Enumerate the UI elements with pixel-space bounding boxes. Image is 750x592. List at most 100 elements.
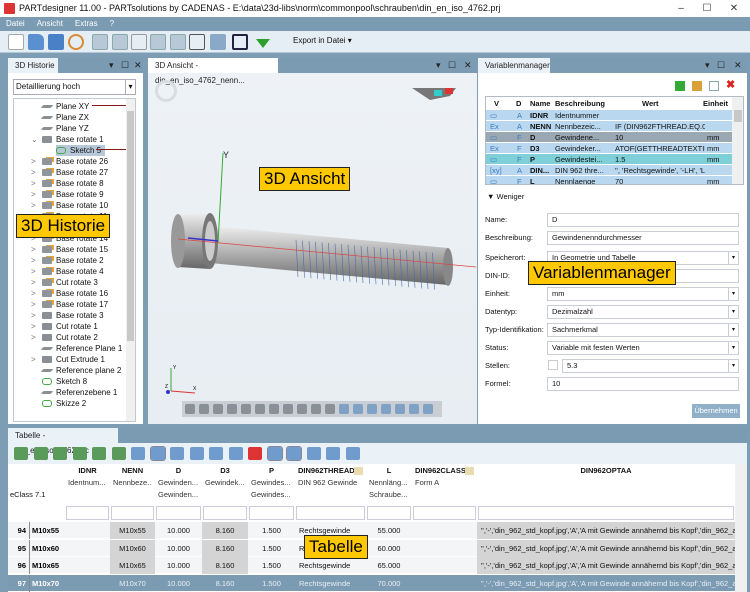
sketch-view-icon[interactable] — [131, 34, 147, 50]
column-filter-input[interactable] — [66, 506, 109, 520]
paste-icon[interactable] — [209, 447, 223, 460]
table-cell[interactable] — [412, 575, 477, 592]
panel-close-icon[interactable]: ✕ — [464, 58, 472, 73]
bolt-model[interactable]: Y — [148, 73, 477, 403]
move-down-icon[interactable] — [92, 447, 106, 460]
expand-chevron-icon[interactable]: > — [31, 167, 36, 178]
paste-special-icon[interactable] — [228, 447, 243, 460]
variable-row[interactable]: ▭ F P Gewindestei... 1.5 mm — [486, 154, 732, 165]
table-cell[interactable]: '','-','din_962_std_kopf.jpg','A','A mit… — [477, 557, 735, 574]
grid-icon[interactable] — [325, 404, 335, 414]
expand-chevron-icon[interactable]: > — [31, 321, 36, 332]
add-row-icon[interactable] — [14, 447, 28, 460]
column-header[interactable]: D3 — [205, 466, 245, 475]
export-button[interactable]: Export in Datei ▾ — [293, 36, 352, 45]
expand-chevron-icon[interactable]: > — [31, 255, 36, 266]
delete-row-icon[interactable] — [33, 447, 48, 460]
tree-item[interactable]: > Base rotate 9 — [31, 189, 104, 200]
table-cell[interactable]: Rechtsgewinde — [295, 557, 366, 574]
variable-row[interactable]: Ex A NENN Nennbezeic... IF (DIN962FTHREAD.EQ… — [486, 121, 732, 132]
menu-datei[interactable]: Datei — [6, 19, 25, 28]
panel-close-icon[interactable]: ✕ — [134, 58, 142, 73]
formula-row-icon[interactable] — [111, 447, 126, 460]
tree-item[interactable]: > Base rotate 3 — [31, 310, 104, 321]
table-cell[interactable]: 1.500 — [248, 575, 295, 592]
expand-chevron-icon[interactable]: > — [31, 288, 36, 299]
variable-row[interactable]: Ex F D3 Gewindeker... ATOF(GETTHREADTEXTID,'… — [486, 143, 732, 154]
save-table-icon[interactable] — [326, 447, 340, 460]
expand-chevron-icon[interactable]: > — [31, 178, 36, 189]
wireframe-icon[interactable] — [185, 404, 195, 414]
column-header[interactable]: L — [369, 466, 409, 475]
table-scrollbar[interactable] — [735, 464, 747, 592]
name-input[interactable]: D — [547, 213, 739, 227]
insert-row-icon[interactable] — [53, 447, 67, 460]
variables-icon[interactable] — [189, 34, 205, 50]
menu-help[interactable]: ? — [110, 19, 114, 28]
tree-item[interactable]: Sketch 8 — [42, 376, 87, 387]
variable-row[interactable]: ▭ F L Nennlaenge 70 mm — [486, 176, 732, 184]
solid-icon[interactable] — [199, 404, 209, 414]
table-cell[interactable]: 1.500 — [248, 522, 295, 539]
menu-extras[interactable]: Extras — [75, 19, 98, 28]
measure-icon[interactable] — [297, 404, 307, 414]
table-cell[interactable]: 8.160 — [202, 539, 248, 557]
var-toggle-icon[interactable] — [266, 446, 283, 461]
table-cell[interactable] — [65, 540, 110, 557]
table-cell[interactable]: '','-','din_962_std_kopf.jpg','A','A mit… — [477, 522, 735, 539]
tree-item[interactable]: > Base rotate 4 — [31, 266, 104, 277]
tree-item[interactable]: Plane XY — [40, 101, 89, 112]
column-header[interactable]: IDNR — [68, 466, 107, 475]
rotate-icon[interactable] — [255, 404, 265, 414]
table-cell[interactable]: M10x70 — [110, 575, 155, 592]
table-cell[interactable]: 1.500 — [248, 557, 295, 574]
expand-chevron-icon[interactable]: ⌄ — [31, 134, 38, 145]
hierarchy-icon[interactable] — [345, 447, 360, 460]
panel-maximize-icon[interactable]: ☐ — [121, 58, 129, 73]
tree-item[interactable]: > Cut Extrude 1 — [31, 354, 105, 365]
xyz-icon[interactable] — [150, 34, 166, 50]
expand-chevron-icon[interactable]: > — [31, 332, 36, 343]
table-cell[interactable]: 65.000 — [366, 557, 412, 574]
panel-menu-icon[interactable]: ▾ — [705, 58, 710, 73]
tab-variablenmanager[interactable]: Variablenmanager — [478, 58, 550, 73]
pan-icon[interactable] — [241, 404, 251, 414]
table-cell[interactable]: Rechtsgewinde — [295, 575, 366, 592]
table-cell[interactable]: '','-','din_962_std_kopf.jpg','A','A mit… — [477, 539, 735, 557]
tree-item[interactable]: Referenzebene 1 — [40, 387, 117, 398]
table-cell[interactable]: M10x65 — [110, 557, 155, 574]
datatype-select[interactable]: Dezimalzahl ▾ — [547, 305, 739, 319]
table-row[interactable]: 94 M10x55 M10x55 10.000 8.160 1.500 Rechtsgewi… — [8, 522, 735, 539]
tree-item[interactable]: > Base rotate 15 — [31, 244, 108, 255]
toggle-less-button[interactable]: ▼ Weniger — [487, 192, 524, 201]
view-left-icon[interactable] — [367, 404, 377, 414]
filter-icon[interactable] — [256, 39, 270, 48]
zoom-icon[interactable] — [227, 404, 237, 414]
desc-input[interactable]: Gewindenenndurchmesser — [547, 231, 739, 245]
view-2d-icon[interactable] — [92, 34, 108, 50]
variable-table-scrollbar[interactable] — [732, 97, 743, 184]
edit-variable-icon[interactable] — [692, 81, 702, 91]
tree-item[interactable]: Skizze 2 — [42, 398, 86, 409]
expand-chevron-icon[interactable]: > — [31, 266, 36, 277]
variable-row[interactable]: ▭ A IDNR Identnummer — [486, 110, 732, 121]
edit-pencil-icon[interactable] — [354, 467, 363, 475]
column-filter-input[interactable] — [367, 506, 411, 520]
view-right-icon[interactable] — [381, 404, 391, 414]
shaded-icon[interactable] — [213, 404, 223, 414]
table-cell[interactable]: 10.000 — [155, 522, 202, 539]
sphere-icon[interactable] — [283, 404, 293, 414]
close-button[interactable]: ✕ — [721, 0, 747, 17]
tree-item[interactable]: Sketch 5 — [56, 145, 106, 156]
variable-row[interactable]: [xy] A DIN... DIN 962 thre... '', 'Rechtsgew… — [486, 165, 732, 176]
expand-chevron-icon[interactable]: > — [31, 310, 36, 321]
section-icon[interactable] — [269, 404, 279, 414]
tab-3d-historie[interactable]: 3D Historie — [8, 58, 58, 73]
panel-menu-icon[interactable]: ▾ — [436, 58, 441, 73]
variable-row[interactable]: ▭ F D Gewindene... 10 mm — [486, 132, 732, 143]
table-cell[interactable] — [412, 522, 477, 539]
tree-item[interactable]: > Cut rotate 2 — [31, 332, 98, 343]
copy-variable-icon[interactable] — [709, 81, 719, 91]
maximize-button[interactable]: ☐ — [694, 0, 720, 17]
table-cell[interactable]: M10x60 — [110, 539, 155, 557]
